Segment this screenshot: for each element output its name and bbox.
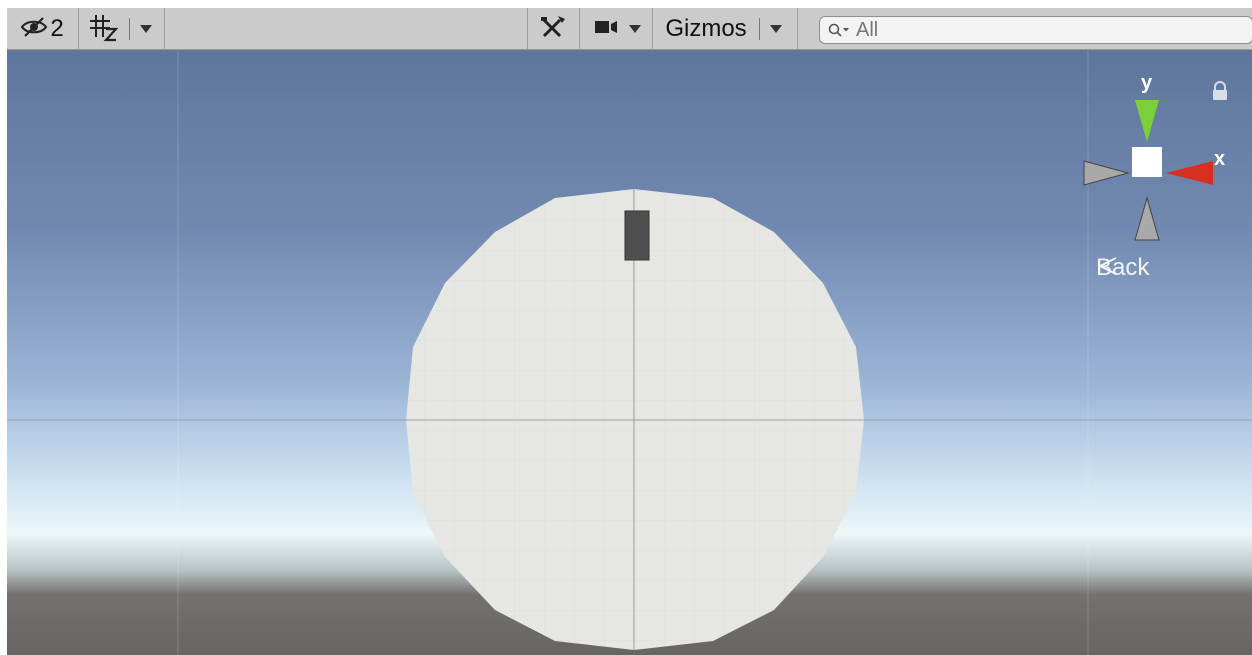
gizmos-button[interactable]: Gizmos — [659, 8, 753, 50]
hidden-count: 2 — [50, 15, 64, 42]
tools-button[interactable] — [529, 8, 577, 50]
eye-slash-icon — [20, 16, 48, 43]
search-input[interactable] — [856, 18, 1236, 42]
search-icon — [828, 22, 850, 38]
chevron-down-icon — [140, 25, 152, 33]
scene-viewport[interactable]: y x Back — [7, 50, 1252, 655]
gizmos-label: Gizmos — [665, 15, 747, 42]
y-axis-label: y — [1141, 72, 1153, 94]
gizmos-dropdown[interactable] — [765, 8, 787, 50]
grid-dropdown[interactable] — [135, 8, 157, 50]
visibility-toggle[interactable]: 2 — [11, 8, 73, 50]
grid-snap-icon — [88, 12, 119, 47]
grid-snap-button[interactable] — [85, 8, 121, 50]
scene-object[interactable] — [624, 210, 650, 261]
scene-render — [7, 50, 1252, 655]
scene-search[interactable] — [819, 16, 1252, 44]
chevron-down-icon — [770, 25, 782, 33]
camera-settings-button[interactable] — [587, 8, 647, 50]
x-axis-label: x — [1214, 148, 1226, 170]
chevron-down-icon — [629, 25, 641, 33]
scene-toolbar: 2 Gizmos All — [7, 8, 1252, 50]
view-direction-label: Back — [1096, 254, 1150, 281]
tools-icon — [538, 14, 568, 45]
camera-icon — [593, 17, 621, 42]
gizmo-center-cube[interactable] — [1132, 147, 1162, 177]
view-direction-button[interactable]: Back — [1096, 254, 1149, 282]
